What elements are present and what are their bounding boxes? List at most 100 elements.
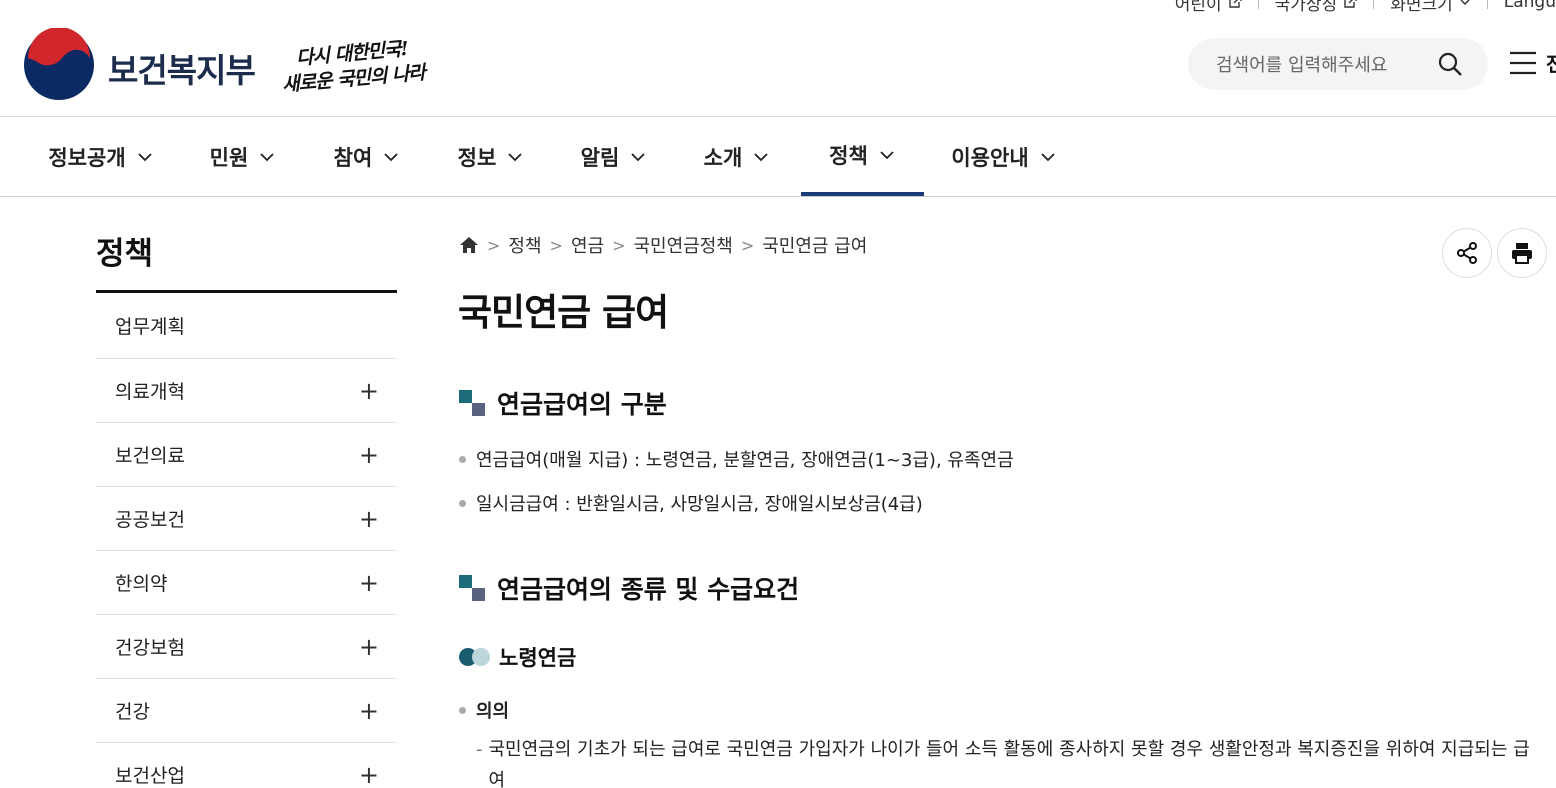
chevron-down-icon	[384, 152, 398, 161]
chevron-down-icon	[754, 152, 768, 161]
chevron-down-icon	[1460, 0, 1470, 6]
section-square-icon	[459, 390, 485, 416]
share-icon	[1457, 242, 1477, 264]
ministry-name[interactable]: 보건복지부	[108, 44, 256, 92]
description-text: 국민연금의 기초가 되는 급여로 국민연금 가입자가 나이가 들어 소득 활동에…	[488, 739, 1530, 788]
section-title-text: 연금급여의 종류 및 수급요건	[497, 575, 800, 604]
gnb-item-information[interactable]: 정보	[454, 117, 528, 196]
util-screen-size-dropdown[interactable]: 화면크기	[1374, 0, 1487, 15]
hamburger-menu-icon[interactable]	[1508, 50, 1538, 76]
chevron-down-icon	[508, 152, 522, 161]
subsection-heading: 노령연금	[459, 642, 576, 672]
main-navigation: 정보공개 민원 참여 정보 알림 소개 정책 이용안내	[0, 116, 1556, 197]
list-item: 일시금급여 : 반환일시금, 사망일시금, 장애일시보상금(4급)	[459, 490, 923, 516]
chevron-down-icon	[1041, 152, 1055, 161]
expand-plus-icon[interactable]: +	[359, 761, 379, 788]
sidebar-item-health-insurance[interactable]: 건강보험 +	[96, 615, 397, 679]
gnb-item-participation[interactable]: 참여	[330, 117, 404, 196]
chevron-down-icon	[631, 152, 645, 161]
search-icon[interactable]	[1436, 50, 1464, 78]
share-button[interactable]	[1442, 228, 1492, 278]
list-item-text: 일시금급여 : 반환일시금, 사망일시금, 장애일시보상금(4급)	[476, 494, 923, 515]
print-icon	[1512, 243, 1532, 264]
util-label-language: Langu	[1503, 0, 1556, 12]
breadcrumb-separator: >	[612, 235, 626, 255]
breadcrumb-item[interactable]: 국민연금정책	[633, 232, 732, 258]
gnb-label: 참여	[333, 145, 373, 170]
list-item: 의의	[459, 697, 509, 723]
list-item-text: 연금급여(매월 지급) : 노령연금, 분할연금, 장애연금(1~3급), 유족…	[476, 450, 1014, 471]
site-header: 보건복지부 다시 대한민국! 새로운 국민의 나라 검색어를 입력해주세요 전	[0, 24, 1556, 116]
full-menu-label[interactable]: 전	[1546, 48, 1556, 77]
page-title: 국민연금 급여	[458, 291, 669, 334]
gnb-item-policy[interactable]: 정책	[801, 117, 924, 196]
list-item-text: 의의	[476, 701, 510, 722]
chevron-down-icon	[260, 152, 274, 161]
util-label-screen-size: 화면크기	[1390, 0, 1453, 15]
sidebar-item-label: 업무계획	[115, 316, 185, 338]
gnb-item-civil-service[interactable]: 민원	[206, 117, 280, 196]
util-label-kids: 어린이	[1174, 0, 1222, 15]
section-heading: 연금급여의 종류 및 수급요건	[459, 570, 799, 606]
bullet-dot-icon	[459, 706, 466, 714]
sidebar-item-work-plan[interactable]: 업무계획	[96, 293, 397, 359]
util-link-national-symbols[interactable]: 국가상징	[1259, 0, 1374, 15]
gnb-label: 정보공개	[48, 145, 126, 170]
sidebar-item-label: 보건산업	[115, 765, 185, 787]
sidebar-item-korean-medicine[interactable]: 한의약 +	[96, 551, 397, 615]
sidebar-item-label: 의료개혁	[115, 381, 185, 403]
expand-plus-icon[interactable]: +	[359, 569, 379, 597]
util-language-dropdown[interactable]: Langu	[1488, 0, 1556, 12]
external-link-icon	[1228, 0, 1242, 8]
sidebar-item-label: 한의약	[115, 573, 168, 595]
search-box[interactable]: 검색어를 입력해주세요	[1188, 38, 1488, 90]
expand-plus-icon[interactable]: +	[359, 377, 379, 405]
gnb-item-guide[interactable]: 이용안내	[948, 117, 1060, 196]
section-heading: 연금급여의 구분	[459, 385, 667, 421]
expand-plus-icon[interactable]: +	[359, 633, 379, 661]
sidebar-item-health[interactable]: 건강 +	[96, 679, 397, 743]
section-square-icon	[459, 575, 485, 601]
dash-marker: -	[476, 739, 483, 760]
gnb-label: 정책	[829, 143, 868, 168]
sidebar-item-label: 보건의료	[115, 445, 185, 467]
external-link-icon	[1344, 0, 1357, 8]
utility-bar: 어린이 국가상징 화면크기 Langu	[1159, 0, 1556, 15]
sidebar-item-medical-reform[interactable]: 의료개혁 +	[96, 359, 397, 423]
gnb-label: 이용안내	[951, 145, 1029, 170]
breadcrumb: > 정책 > 연금 > 국민연금정책 > 국민연금 급여	[459, 232, 867, 258]
sidebar-item-public-health[interactable]: 공공보건 +	[96, 487, 397, 551]
sidebar-title: 정책	[96, 236, 154, 272]
section-title-text: 연금급여의 구분	[497, 390, 667, 419]
sidebar-item-health-care[interactable]: 보건의료 +	[96, 423, 397, 487]
expand-plus-icon[interactable]: +	[359, 441, 379, 469]
gnb-item-about[interactable]: 소개	[700, 117, 774, 196]
expand-plus-icon[interactable]: +	[359, 505, 379, 533]
sidebar-item-health-industry[interactable]: 보건산업 +	[96, 743, 397, 788]
breadcrumb-separator: >	[487, 235, 501, 255]
gnb-label: 정보	[457, 145, 497, 170]
description-paragraph: - 국민연금의 기초가 되는 급여로 국민연금 가입자가 나이가 들어 소득 활…	[476, 734, 1536, 788]
slogan-logo: 다시 대한민국! 새로운 국민의 나라	[281, 38, 425, 100]
sidebar-item-label: 건강	[115, 701, 150, 723]
subsection-title-text: 노령연금	[499, 646, 577, 670]
breadcrumb-separator: >	[549, 235, 563, 255]
breadcrumb-item[interactable]: 정책	[508, 232, 541, 258]
print-button[interactable]	[1497, 228, 1547, 278]
sidebar-item-label: 공공보건	[115, 509, 185, 531]
chevron-down-icon	[138, 152, 152, 161]
government-emblem-logo[interactable]	[22, 28, 96, 102]
gnb-item-notice[interactable]: 알림	[577, 117, 651, 196]
gnb-item-info-disclosure[interactable]: 정보공개	[46, 117, 156, 196]
chevron-down-icon	[880, 150, 894, 159]
expand-plus-icon[interactable]: +	[359, 697, 379, 725]
home-icon[interactable]	[459, 236, 479, 254]
util-label-national-symbols: 국가상징	[1274, 0, 1338, 15]
util-link-kids[interactable]: 어린이	[1159, 0, 1258, 15]
breadcrumb-item[interactable]: 연금	[571, 232, 604, 258]
breadcrumb-item-current[interactable]: 국민연금 급여	[762, 232, 867, 258]
search-input[interactable]: 검색어를 입력해주세요	[1216, 51, 1436, 77]
sidebar-menu: 업무계획 의료개혁 + 보건의료 + 공공보건 + 한의약 + 건강보험 + 건…	[96, 290, 397, 788]
circles-icon	[459, 648, 491, 666]
gnb-label: 알림	[580, 145, 620, 170]
